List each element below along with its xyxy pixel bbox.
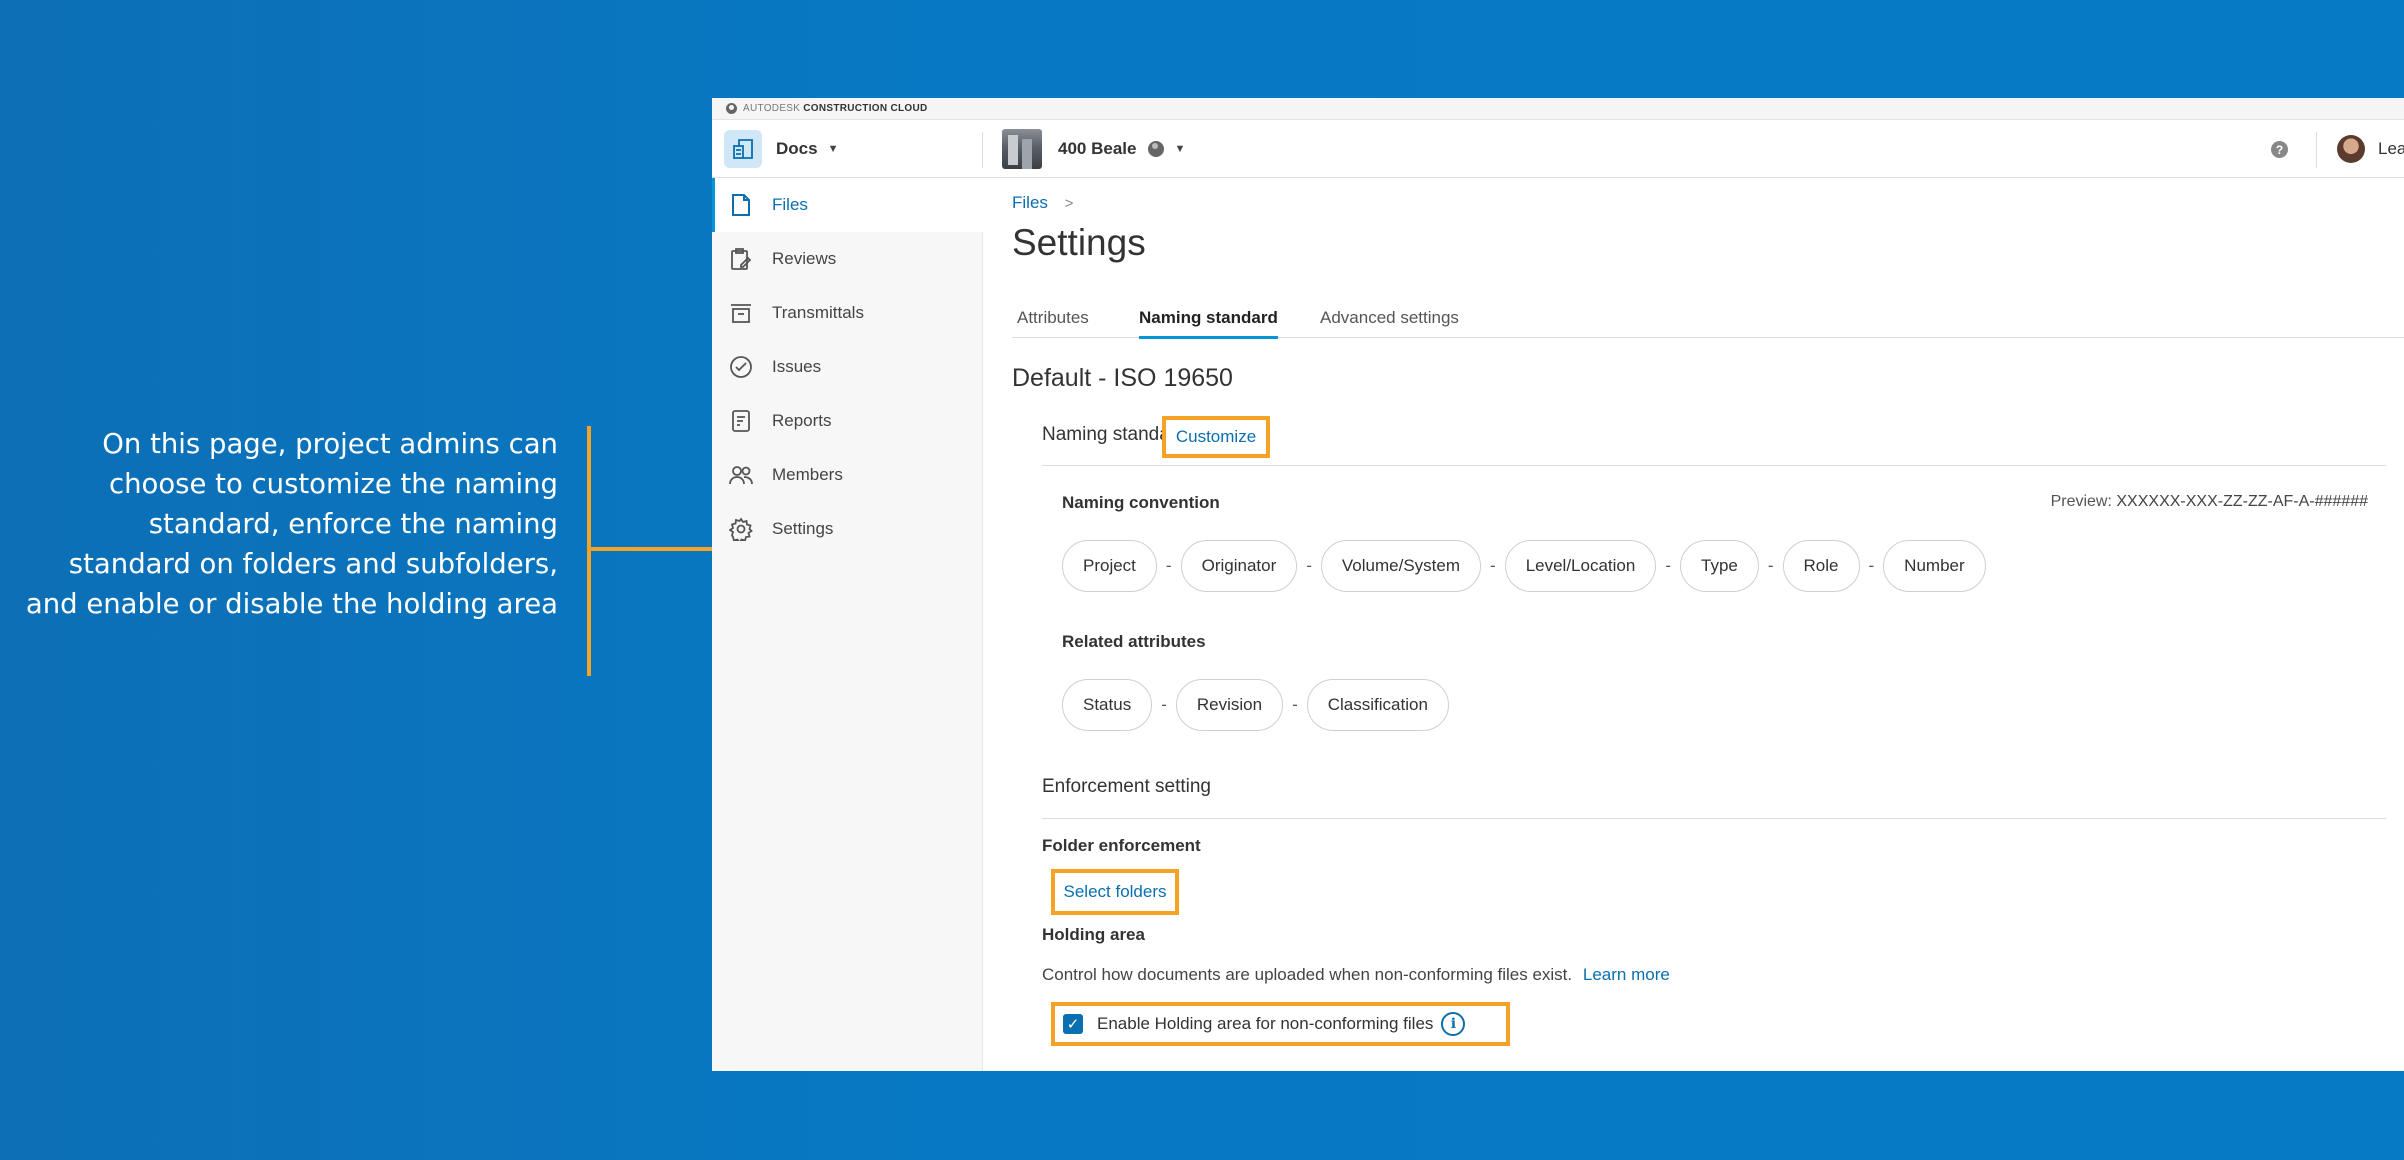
project-thumbnail: [1002, 129, 1042, 169]
chip-number[interactable]: Number: [1883, 540, 1986, 592]
divider: [2316, 132, 2317, 168]
sidebar-item-label: Reviews: [772, 249, 837, 268]
issues-icon: [728, 354, 754, 380]
holding-area-description: Control how documents are uploaded when …: [1042, 965, 1670, 985]
section-title: Default - ISO 19650: [1012, 364, 1233, 392]
user-name[interactable]: Lea: [2378, 139, 2404, 159]
callout-line: On this page, project admins can: [102, 428, 558, 460]
page-title: Settings: [1012, 222, 1146, 263]
sidebar-item-reports[interactable]: Reports: [712, 394, 983, 448]
preview-label: Preview:: [2050, 493, 2112, 510]
members-icon: [728, 462, 754, 488]
chip-separator: -: [1490, 556, 1496, 575]
tab-attributes[interactable]: Attributes: [1017, 308, 1089, 336]
chip-role[interactable]: Role: [1782, 540, 1860, 592]
enforcement-heading: Enforcement setting: [1042, 776, 1211, 797]
callout-line: standard on folders and subfolders,: [68, 548, 558, 580]
sidebar-item-settings[interactable]: Settings: [712, 502, 983, 556]
holding-area-toggle[interactable]: ✓ Enable Holding area for non-conforming…: [1051, 1002, 1510, 1046]
chip-originator[interactable]: Originator: [1180, 540, 1298, 592]
reviews-icon: [728, 246, 754, 272]
holding-area-label: Holding area: [1042, 925, 1145, 944]
related-attributes-chips: Status - Revision - Classification: [1062, 679, 1449, 731]
breadcrumb-link-files[interactable]: Files: [1012, 193, 1048, 212]
annotation-callout: On this page, project admins can choose …: [20, 424, 558, 624]
callout-line: standard, enforce the naming: [148, 508, 558, 540]
holding-description-text: Control how documents are uploaded when …: [1042, 965, 1573, 984]
naming-convention-label: Naming convention: [1062, 493, 1220, 512]
breadcrumb: Files >: [1012, 193, 1073, 213]
chip-type[interactable]: Type: [1680, 540, 1759, 592]
module-name: Docs: [776, 139, 818, 158]
chip-separator: -: [1767, 556, 1774, 575]
related-attributes-label: Related attributes: [1062, 632, 1206, 651]
chip-separator: -: [1161, 695, 1167, 714]
chip-status[interactable]: Status: [1062, 679, 1153, 731]
main-content: Files > Settings Attributes Naming stand…: [983, 178, 2404, 1071]
sidebar-item-label: Files: [772, 195, 808, 214]
chevron-right-icon: >: [1064, 195, 1074, 212]
divider: [1042, 465, 2386, 466]
sidebar-item-label: Issues: [772, 357, 822, 376]
chip-classification[interactable]: Classification: [1306, 679, 1449, 731]
top-bar: Docs ▼ 400 Beale ▼ ? Lea: [712, 120, 2404, 178]
transmittals-icon: [728, 300, 754, 326]
chip-project[interactable]: Project: [1062, 540, 1157, 592]
select-folders-button[interactable]: Select folders: [1051, 869, 1179, 915]
chevron-down-icon: ▼: [827, 143, 839, 155]
sidebar-item-members[interactable]: Members: [712, 448, 983, 502]
module-switcher[interactable]: Docs ▼: [724, 128, 838, 170]
callout-line: and enable or disable the holding area: [25, 588, 558, 620]
divider: [1042, 818, 2386, 819]
holding-area-checkbox[interactable]: ✓: [1063, 1014, 1083, 1034]
gear-icon: [728, 516, 754, 542]
chip-separator: -: [1868, 556, 1875, 575]
chevron-down-icon: ▼: [1174, 143, 1186, 155]
brand-bar: AUTODESK CONSTRUCTION CLOUD: [712, 98, 2404, 120]
chip-separator: -: [1665, 556, 1671, 575]
sidebar-item-label: Transmittals: [772, 303, 864, 322]
avatar[interactable]: [2337, 135, 2365, 163]
preview-value: XXXXXX-XXX-ZZ-ZZ-AF-A-######: [2116, 493, 2368, 510]
chip-separator: -: [1292, 695, 1298, 714]
sidebar-item-files[interactable]: Files: [712, 178, 983, 232]
reports-icon: [728, 408, 754, 434]
callout-line: choose to customize the naming: [108, 468, 558, 500]
sidebar-item-transmittals[interactable]: Transmittals: [712, 286, 983, 340]
sidebar-item-label: Members: [772, 465, 843, 484]
chip-revision[interactable]: Revision: [1175, 679, 1284, 731]
chip-separator: -: [1306, 556, 1312, 575]
project-name: 400 Beale: [1058, 139, 1137, 158]
naming-preview: Preview: XXXXXX-XXX-ZZ-ZZ-AF-A-######: [2051, 493, 2368, 511]
chip-volume-system[interactable]: Volume/System: [1320, 540, 1482, 592]
naming-convention-chips: Project - Originator - Volume/System - L…: [1062, 540, 1986, 592]
sidebar-item-label: Reports: [772, 411, 832, 430]
file-icon: [728, 192, 754, 218]
sidebar-item-issues[interactable]: Issues: [712, 340, 983, 394]
app-window: AUTODESK CONSTRUCTION CLOUD Docs ▼ 400 B…: [712, 98, 2404, 1071]
info-icon[interactable]: i: [1441, 1012, 1466, 1036]
sidebar-item-reviews[interactable]: Reviews: [712, 232, 983, 286]
tab-bar: Attributes Naming standard Advanced sett…: [1012, 298, 2404, 339]
holding-checkbox-label: Enable Holding area for non-conforming f…: [1097, 1014, 1434, 1033]
chip-level-location[interactable]: Level/Location: [1504, 540, 1657, 592]
tab-naming-standard[interactable]: Naming standard: [1139, 308, 1278, 339]
sidebar: Files Reviews Transmittals Issues Report…: [712, 178, 983, 1071]
help-icon[interactable]: ?: [2271, 141, 2288, 158]
autodesk-logo-icon: [726, 103, 737, 114]
folder-enforcement-label: Folder enforcement: [1042, 836, 1201, 855]
globe-icon: [1148, 141, 1165, 157]
brand-name: AUTODESK: [743, 103, 801, 114]
brand-product: CONSTRUCTION CLOUD: [803, 103, 928, 114]
learn-more-link[interactable]: Learn more: [1583, 965, 1670, 984]
project-switcher[interactable]: 400 Beale ▼: [1002, 128, 1185, 170]
divider: [982, 132, 983, 168]
customize-button[interactable]: Customize: [1162, 416, 1270, 458]
sidebar-item-label: Settings: [772, 519, 834, 538]
tab-advanced-settings[interactable]: Advanced settings: [1320, 308, 1459, 336]
docs-module-icon: [724, 130, 762, 168]
callout-vertical-bar: [587, 426, 591, 676]
chip-separator: -: [1165, 556, 1172, 575]
